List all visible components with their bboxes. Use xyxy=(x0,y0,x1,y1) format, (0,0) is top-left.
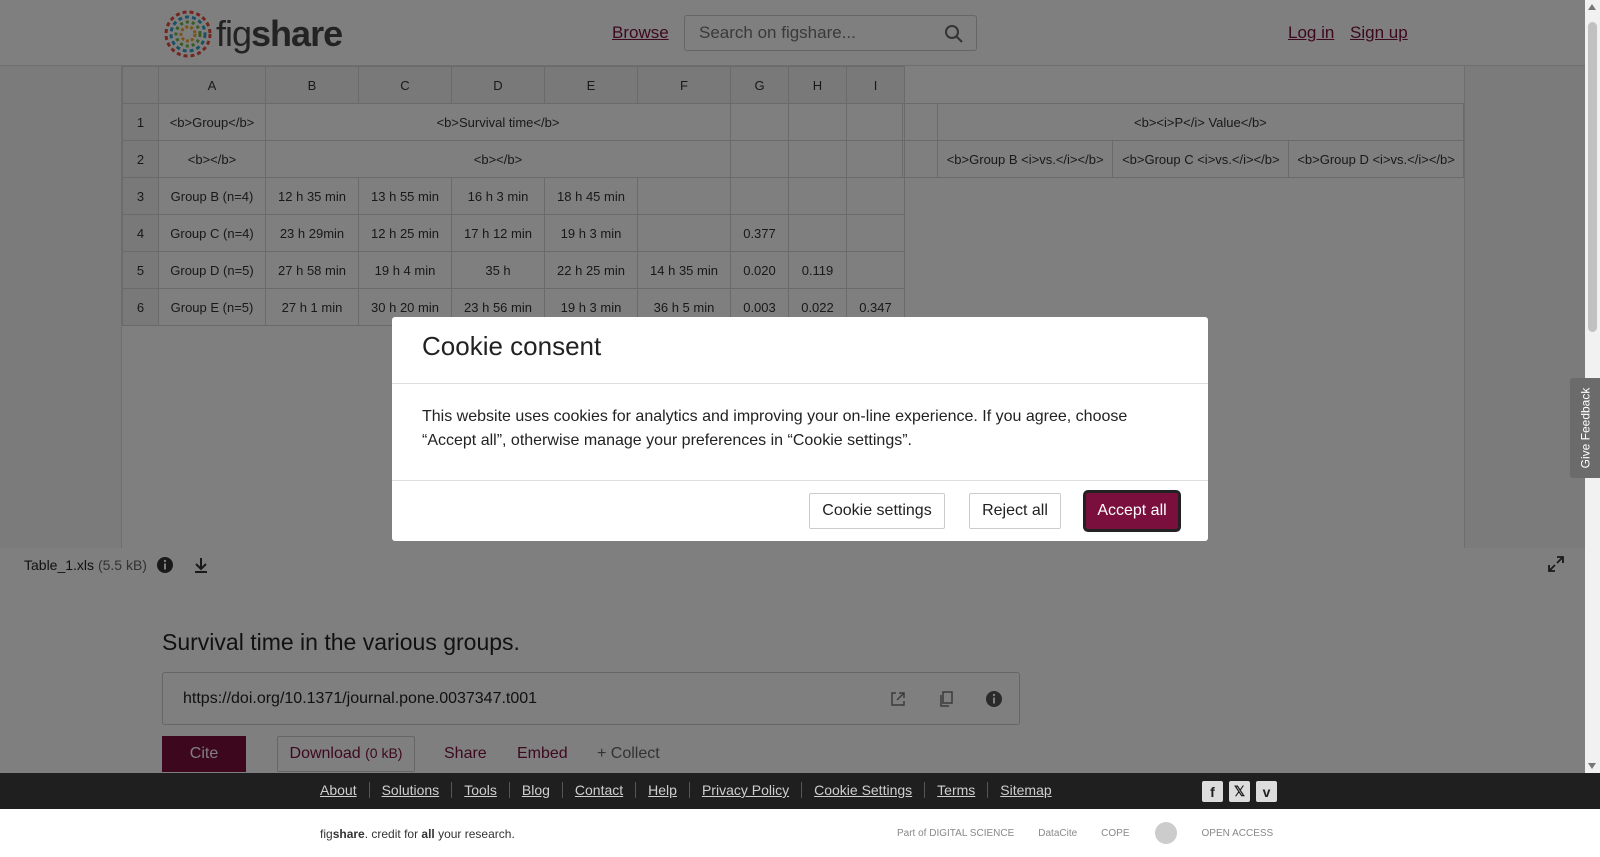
footer-links: About Solutions Tools Blog Contact Help … xyxy=(320,782,1064,798)
scroll-up-arrow-icon[interactable] xyxy=(1588,4,1596,10)
footer-link-terms[interactable]: Terms xyxy=(925,782,989,798)
footer-link-help[interactable]: Help xyxy=(636,782,690,798)
cookie-settings-button[interactable]: Cookie settings xyxy=(809,493,945,529)
dialog-body: This website uses cookies for analytics … xyxy=(422,408,1128,449)
footer-link-about[interactable]: About xyxy=(320,782,370,798)
social-links: f 𝕏 v xyxy=(1202,781,1277,802)
give-feedback-tab[interactable]: Give Feedback xyxy=(1570,378,1600,478)
cope-logo[interactable]: COPE xyxy=(1101,821,1129,845)
x-twitter-icon[interactable]: 𝕏 xyxy=(1229,781,1250,802)
divider xyxy=(392,480,1208,481)
open-access-logo[interactable]: OPEN ACCESS xyxy=(1202,821,1274,845)
digital-science-logo[interactable]: Part of DIGITAL SCIENCE xyxy=(897,821,1014,845)
scroll-down-arrow-icon[interactable] xyxy=(1588,763,1596,769)
footer-link-sitemap[interactable]: Sitemap xyxy=(988,782,1063,798)
dialog-title: Cookie consent xyxy=(422,331,602,361)
footer-link-solutions[interactable]: Solutions xyxy=(370,782,453,798)
vimeo-icon[interactable]: v xyxy=(1256,781,1277,802)
reject-all-button[interactable]: Reject all xyxy=(969,493,1061,529)
footer-link-cookie-settings[interactable]: Cookie Settings xyxy=(802,782,926,798)
footer-nav: About Solutions Tools Blog Contact Help … xyxy=(0,773,1600,809)
partner-logos: Part of DIGITAL SCIENCE DataCite COPE OP… xyxy=(897,821,1273,845)
facebook-icon[interactable]: f xyxy=(1202,781,1223,802)
divider xyxy=(392,383,1208,384)
datacite-logo[interactable]: DataCite xyxy=(1038,821,1077,845)
accept-all-button[interactable]: Accept all xyxy=(1083,490,1181,532)
scroll-thumb[interactable] xyxy=(1588,22,1597,332)
footer-link-privacy[interactable]: Privacy Policy xyxy=(690,782,803,798)
footer-link-tools[interactable]: Tools xyxy=(452,782,510,798)
footer-link-contact[interactable]: Contact xyxy=(563,782,637,798)
cookie-consent-dialog: Cookie consent This website uses cookies… xyxy=(392,317,1208,541)
footer-link-blog[interactable]: Blog xyxy=(510,782,563,798)
seal-logo-icon[interactable] xyxy=(1154,821,1178,845)
footer-bottom: figshare. credit for all your research. … xyxy=(0,809,1600,857)
footer-tagline: figshare. credit for all your research. xyxy=(320,827,515,841)
